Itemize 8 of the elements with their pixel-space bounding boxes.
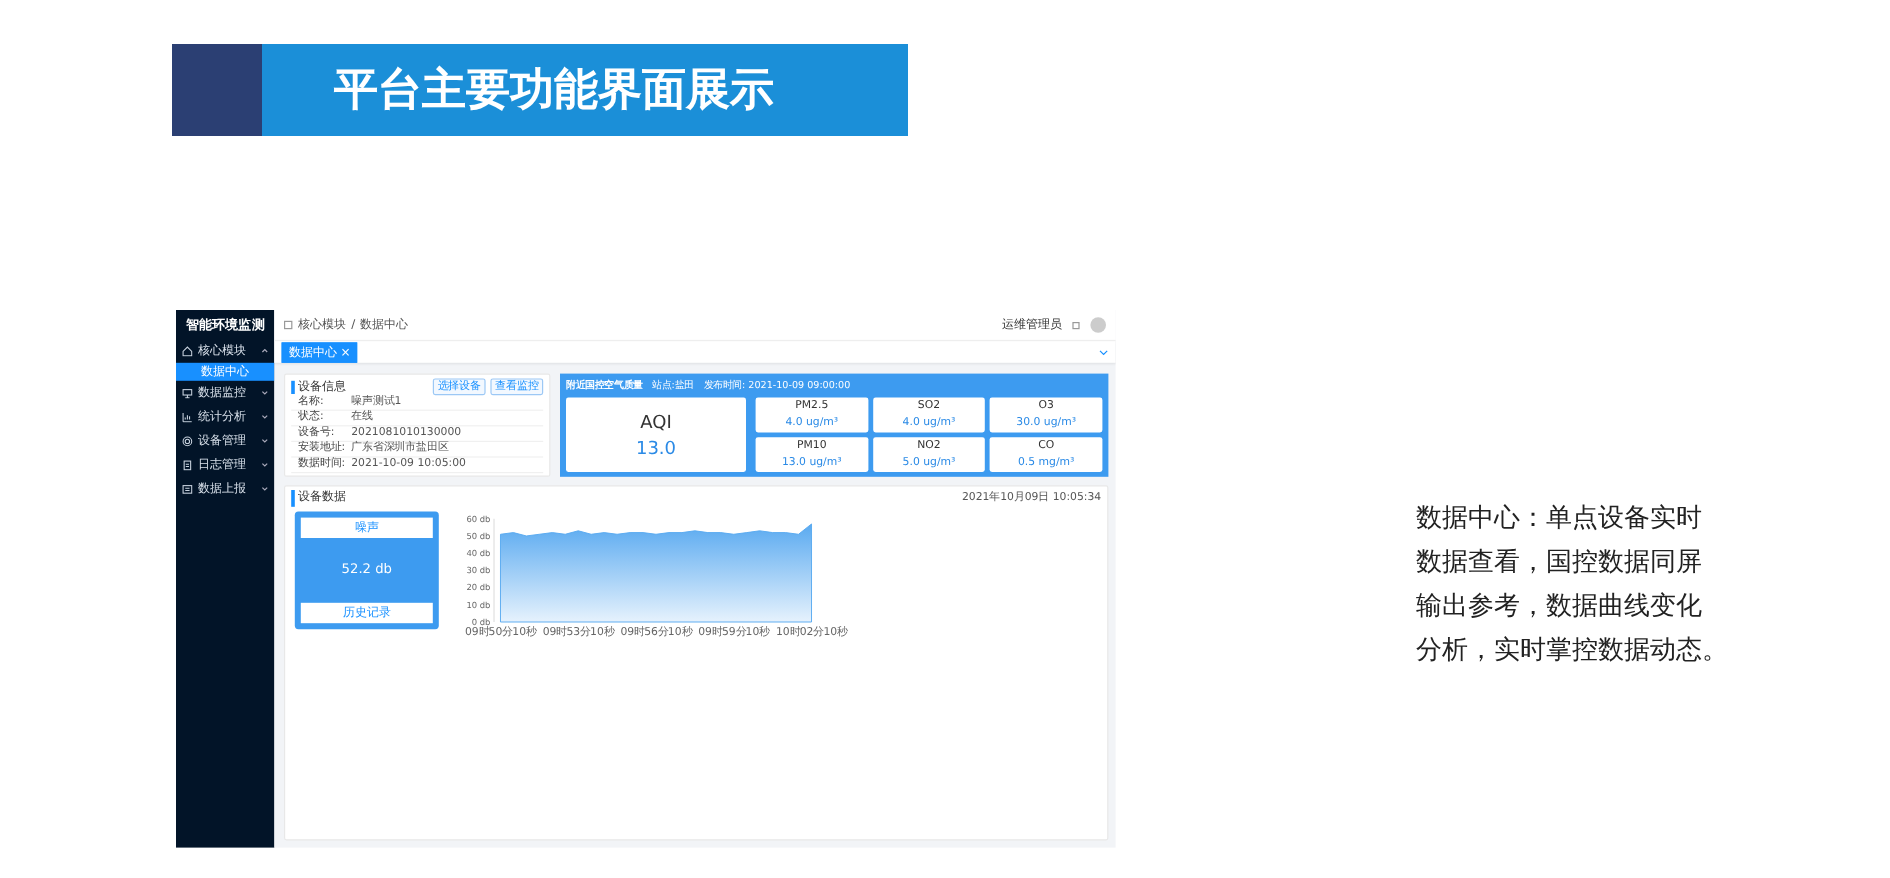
banner-title: 平台主要功能界面展示 bbox=[262, 44, 908, 136]
avatar[interactable] bbox=[1090, 317, 1106, 333]
fullscreen-icon[interactable] bbox=[1072, 321, 1080, 329]
aqi-value: 13.0 bbox=[633, 435, 679, 462]
banner-accent bbox=[172, 44, 262, 136]
aqi-label: AQI bbox=[638, 408, 674, 435]
description-text: 数据中心：单点设备实时 数据查看，国控数据同屏 输出参考，数据曲线变化 分析，实时掌控数据动态。 bbox=[1416, 502, 1728, 670]
home-icon[interactable] bbox=[284, 320, 293, 330]
